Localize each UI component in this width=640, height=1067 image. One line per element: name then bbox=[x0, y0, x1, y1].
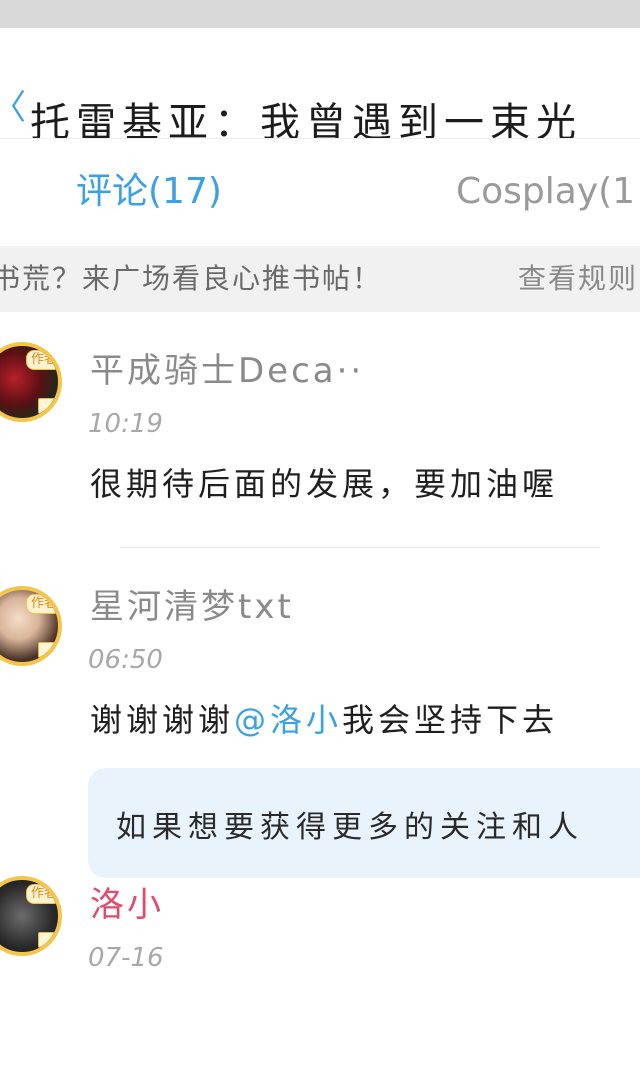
tab-cosplay[interactable]: Cosplay(1 bbox=[456, 169, 635, 215]
avatar[interactable]: 作者 bbox=[0, 586, 62, 666]
username[interactable]: 洛小 bbox=[90, 884, 164, 926]
comment-list: 作者 平成骑士Deca·· 10:19 很期待后面的发展，要加油喔 作者 星河清… bbox=[0, 312, 640, 1067]
book-icon bbox=[38, 642, 58, 658]
timestamp: 10:19 bbox=[88, 409, 163, 439]
comment-item: 作者 平成骑士Deca·· 10:19 很期待后面的发展，要加油喔 bbox=[0, 312, 640, 548]
author-badge: 作者 bbox=[25, 594, 58, 614]
timestamp: 07-16 bbox=[88, 943, 164, 973]
tab-comments[interactable]: 评论(17) bbox=[76, 169, 222, 215]
timestamp: 06:50 bbox=[88, 645, 163, 675]
username[interactable]: 星河清梦txt bbox=[90, 586, 294, 628]
back-icon[interactable]: 〈 bbox=[0, 90, 26, 126]
comment-text-prefix: 谢谢谢谢 bbox=[90, 701, 235, 739]
avatar[interactable]: 作者 bbox=[0, 876, 62, 956]
status-strip bbox=[0, 0, 640, 28]
username[interactable]: 平成骑士Deca·· bbox=[90, 350, 364, 392]
reply-text: 如果想要获得更多的关注和人 bbox=[116, 810, 584, 845]
book-icon bbox=[38, 932, 58, 948]
reply-bubble: 如果想要获得更多的关注和人 bbox=[88, 768, 640, 878]
notice-bar[interactable]: 书荒？来广场看良心推书帖！ 查看规则 bbox=[0, 246, 640, 312]
avatar[interactable]: 作者 bbox=[0, 342, 62, 422]
tab-bar: 评论(17) Cosplay(1 bbox=[0, 138, 640, 247]
header: 〈 托雷基亚：我曾遇到一束光 bbox=[0, 28, 640, 138]
mention-link[interactable]: @洛小 bbox=[234, 701, 342, 739]
comment-text-suffix: 我会坚持下去 bbox=[342, 701, 559, 739]
book-icon bbox=[38, 398, 58, 414]
view-rules-link[interactable]: 查看规则 bbox=[518, 260, 638, 298]
author-badge: 作者 bbox=[25, 350, 58, 370]
comment-text: 很期待后面的发展，要加油喔 bbox=[90, 465, 559, 503]
author-badge: 作者 bbox=[25, 884, 58, 904]
comment-text: 谢谢谢谢@洛小我会坚持下去 bbox=[90, 698, 558, 742]
page-title: 托雷基亚：我曾遇到一束光 bbox=[30, 100, 582, 138]
notice-text: 书荒？来广场看良心推书帖！ bbox=[0, 262, 383, 295]
comment-item: 作者 洛小 07-16 bbox=[0, 846, 640, 1067]
